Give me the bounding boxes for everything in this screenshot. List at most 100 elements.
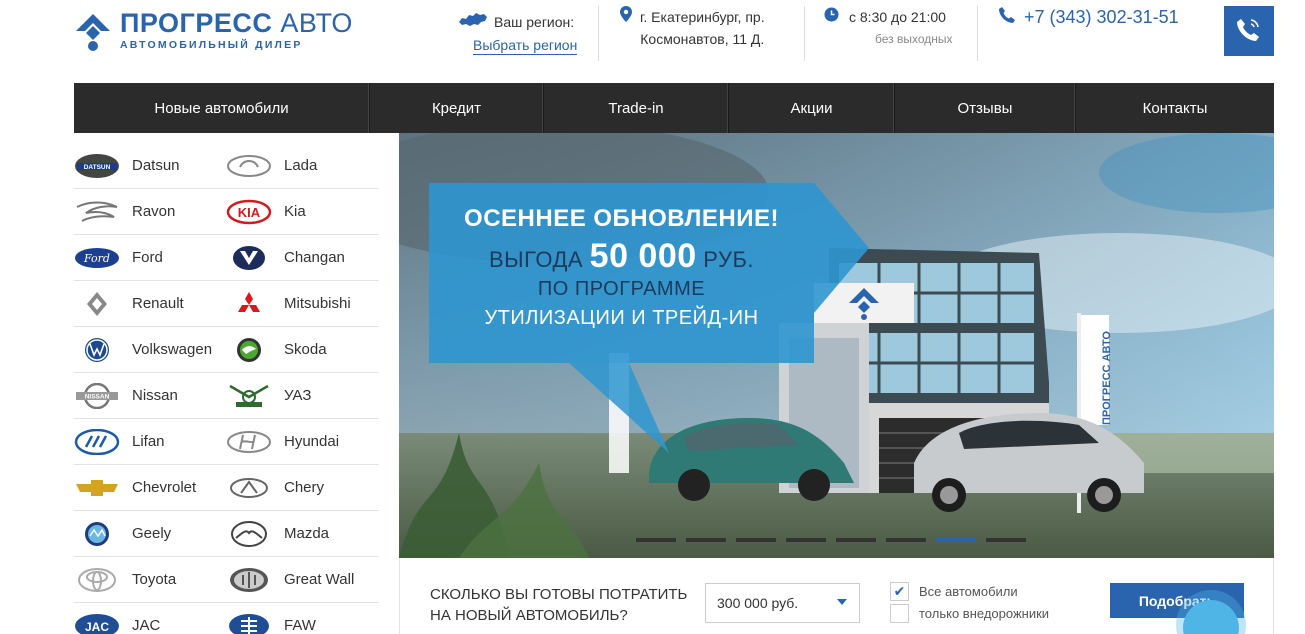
faw-logo-icon — [226, 613, 272, 634]
jac-logo-icon: JAC — [74, 613, 120, 634]
chery-logo-icon — [226, 475, 272, 501]
svg-text:Ford: Ford — [83, 252, 110, 265]
address-line2: Космонавтов, 11 Д. — [640, 31, 765, 47]
brand-uaz[interactable]: УАЗ — [226, 373, 378, 418]
main-nav: Новые автомобили Кредит Trade-in Акции О… — [74, 83, 1274, 133]
promo-headline: ОСЕННЕЕ ОБНОВЛЕНИЕ! — [464, 205, 779, 232]
slide-dot-active[interactable] — [936, 538, 976, 542]
changan-logo-icon — [226, 245, 272, 271]
geely-logo-icon — [74, 521, 120, 547]
all-cars-checkbox[interactable]: ✔ Все автомобили — [890, 582, 1018, 601]
slider-dots — [636, 538, 1026, 542]
nav-trade-in[interactable]: Trade-in — [544, 83, 729, 133]
nav-contacts[interactable]: Контакты — [1076, 83, 1274, 133]
slide-dot[interactable] — [986, 538, 1026, 542]
ford-logo-icon: Ford — [74, 245, 120, 271]
brand-jac[interactable]: JAC JAC — [74, 603, 226, 634]
lada-logo-icon — [226, 153, 272, 179]
phone-number[interactable]: +7 (343) 302-31-51 — [998, 6, 1179, 29]
site-logo[interactable]: ПРОГРЕСС АВТО АВТОМОБИЛЬНЫЙ ДИЛЕР — [74, 10, 353, 52]
svg-text:JAC: JAC — [85, 620, 109, 634]
choose-region-link[interactable]: Выбрать регион — [473, 37, 578, 55]
header-divider — [977, 6, 978, 61]
header-divider — [598, 6, 599, 61]
slide-dot[interactable] — [836, 538, 876, 542]
brand-lada[interactable]: Lada — [226, 143, 378, 188]
brand-ford[interactable]: Ford Ford — [74, 235, 226, 280]
budget-question: СКОЛЬКО ВЫ ГОТОВЫ ПОТРАТИТЬ НА НОВЫЙ АВТ… — [430, 586, 688, 624]
brand-toyota[interactable]: Toyota — [74, 557, 226, 602]
logo-subtitle: АВТОМОБИЛЬНЫЙ ДИЛЕР — [120, 39, 303, 51]
brand-list: DATSUN Datsun Lada Ravon KIA Kia Ford Fo… — [74, 143, 379, 634]
chevrolet-logo-icon — [74, 475, 120, 501]
nav-promotions[interactable]: Акции — [729, 83, 895, 133]
brand-lifan[interactable]: Lifan — [74, 419, 226, 464]
datsun-logo-icon: DATSUN — [74, 153, 120, 179]
working-hours: с 8:30 до 21:00 — [849, 9, 946, 25]
budget-select[interactable]: 300 000 руб. — [705, 583, 860, 623]
brand-mitsubishi[interactable]: Mitsubishi — [226, 281, 378, 326]
svg-text:ПРОГРЕСС АВТО: ПРОГРЕСС АВТО — [1101, 331, 1113, 425]
clock-icon — [824, 6, 839, 28]
brand-skoda[interactable]: Skoda — [226, 327, 378, 372]
slide-dot[interactable] — [736, 538, 776, 542]
skoda-logo-icon — [226, 337, 272, 363]
slide-dot[interactable] — [786, 538, 826, 542]
logo-icon — [74, 12, 112, 52]
logo-title: ПРОГРЕСС АВТО — [120, 8, 353, 38]
renault-logo-icon — [74, 291, 120, 317]
nissan-logo-icon: NISSAN — [74, 382, 120, 409]
slide-dot[interactable] — [886, 538, 926, 542]
promo-benefit: ВЫГОДА 50 000 РУБ. — [489, 237, 754, 275]
promo-message: ОСЕННЕЕ ОБНОВЛЕНИЕ! ВЫГОДА 50 000 РУБ. П… — [429, 183, 814, 363]
brand-hyundai[interactable]: Hyundai — [226, 419, 378, 464]
mazda-logo-icon — [226, 520, 272, 547]
ravon-logo-icon — [74, 199, 120, 225]
map-pin-icon — [620, 6, 632, 28]
brand-mazda[interactable]: Mazda — [226, 511, 378, 556]
svg-text:KIA: KIA — [238, 205, 261, 220]
hyundai-logo-icon — [226, 429, 272, 455]
great-wall-logo-icon — [226, 567, 272, 593]
kia-logo-icon: KIA — [226, 199, 272, 225]
brand-chevrolet[interactable]: Chevrolet — [74, 465, 226, 510]
svg-text:NISSAN: NISSAN — [85, 393, 110, 400]
promo-banner[interactable]: ПРОГРЕСС АВТО ОСЕННЕЕ ОБНОВЛЕНИЕ! ВЫГОДА… — [399, 133, 1274, 558]
region-block: Ваш регион: Выбрать регион — [458, 6, 578, 55]
brand-nissan[interactable]: NISSAN Nissan — [74, 373, 226, 418]
brand-faw[interactable]: FAW — [226, 603, 378, 634]
brand-great-wall[interactable]: Great Wall — [226, 557, 378, 602]
hours-block: с 8:30 до 21:00 без выходных — [824, 6, 953, 50]
brand-changan[interactable]: Changan — [226, 235, 378, 280]
brand-renault[interactable]: Renault — [74, 281, 226, 326]
toyota-logo-icon — [74, 567, 120, 593]
slide-dot[interactable] — [636, 538, 676, 542]
phone-call-icon — [1235, 15, 1263, 48]
phone-icon — [998, 6, 1016, 29]
callback-button[interactable] — [1224, 6, 1274, 56]
nav-credit[interactable]: Кредит — [370, 83, 544, 133]
nav-new-cars[interactable]: Новые автомобили — [74, 83, 370, 133]
address-block: г. Екатеринбург, пр. Космонавтов, 11 Д. — [620, 6, 765, 50]
brand-kia[interactable]: KIA Kia — [226, 189, 378, 234]
russia-map-icon — [458, 12, 488, 31]
brand-volkswagen[interactable]: Volkswagen — [74, 327, 226, 372]
brand-chery[interactable]: Chery — [226, 465, 378, 510]
address-line1: г. Екатеринбург, пр. — [640, 9, 765, 25]
car-filter: СКОЛЬКО ВЫ ГОТОВЫ ПОТРАТИТЬ НА НОВЫЙ АВТ… — [399, 558, 1274, 634]
volkswagen-logo-icon — [74, 337, 120, 363]
brand-datsun[interactable]: DATSUN Datsun — [74, 143, 226, 188]
hours-note: без выходных — [875, 32, 953, 46]
mitsubishi-logo-icon — [226, 291, 272, 317]
brand-geely[interactable]: Geely — [74, 511, 226, 556]
slide-dot[interactable] — [686, 538, 726, 542]
checkmark-icon: ✔ — [890, 582, 909, 601]
brand-ravon[interactable]: Ravon — [74, 189, 226, 234]
suv-only-checkbox[interactable]: только внедорожники — [890, 604, 1049, 623]
header-divider — [804, 6, 805, 61]
checkbox-box — [890, 604, 909, 623]
svg-text:DATSUN: DATSUN — [84, 164, 111, 171]
region-label: Ваш регион: — [494, 13, 575, 30]
chevron-down-icon — [837, 599, 847, 605]
nav-reviews[interactable]: Отзывы — [895, 83, 1076, 133]
